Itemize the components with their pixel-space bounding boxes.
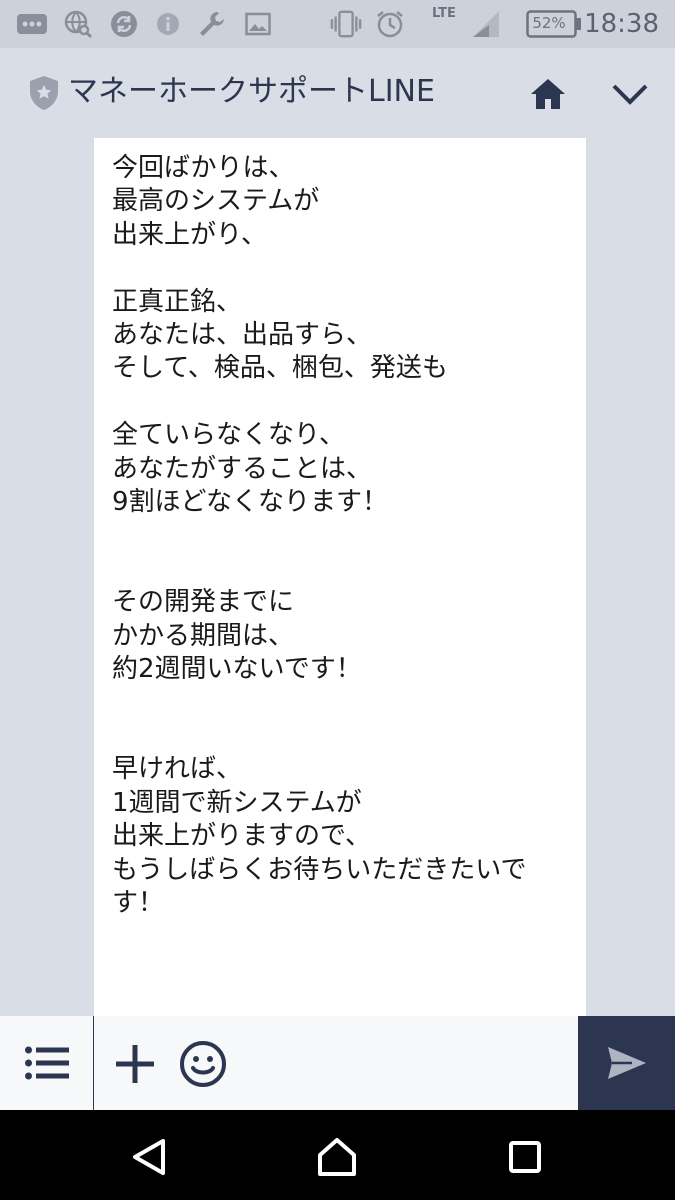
message-bubble: 今回ばかりは、 最高のシステムが 出来上がり、 正真正銘、 あなたは、出品すら、… xyxy=(94,138,586,1016)
menu-button[interactable] xyxy=(0,1016,94,1110)
recents-button[interactable] xyxy=(500,1132,550,1182)
emoji-icon xyxy=(180,1041,226,1087)
message-area: 今回ばかりは、 最高のシステムが 出来上がり、 正真正銘、 あなたは、出品すら、… xyxy=(0,138,675,1016)
input-bar xyxy=(0,1016,675,1110)
home-icon xyxy=(318,1138,356,1176)
message-input[interactable] xyxy=(240,1016,578,1110)
signal-icon xyxy=(470,8,502,40)
emoji-button[interactable] xyxy=(178,1039,228,1089)
send-icon xyxy=(607,1047,646,1079)
globe-search-icon xyxy=(62,8,94,40)
alarm-icon xyxy=(374,8,406,40)
navigation-bar xyxy=(0,1110,675,1200)
image-icon xyxy=(242,8,274,40)
info-icon xyxy=(152,8,184,40)
menu-icon xyxy=(24,1046,69,1080)
chevron-down-icon xyxy=(612,84,648,105)
network-type-label: LTE xyxy=(432,6,456,21)
vibrate-icon xyxy=(330,8,362,40)
back-button[interactable] xyxy=(124,1132,174,1182)
verified-shield-icon xyxy=(28,75,60,111)
wrench-icon xyxy=(196,8,228,40)
message-text: 今回ばかりは、 最高のシステムが 出来上がり、 正真正銘、 あなたは、出品すら、… xyxy=(112,153,527,918)
home-nav-button[interactable] xyxy=(312,1132,362,1182)
status-clock: 18:38 xyxy=(584,9,659,39)
plus-icon xyxy=(116,1045,154,1083)
header-dropdown-button[interactable] xyxy=(606,72,654,116)
chat-header: マネーホークサポートLINE xyxy=(0,48,675,138)
more-icon xyxy=(16,8,48,40)
battery-icon: 52% xyxy=(526,10,582,38)
home-icon xyxy=(531,79,565,109)
add-attachment-button[interactable] xyxy=(112,1041,158,1087)
status-bar: LTE 52% 18:38 xyxy=(0,0,675,48)
battery-percent: 52% xyxy=(532,14,566,32)
home-button[interactable] xyxy=(526,72,570,116)
chat-title: マネーホークサポートLINE xyxy=(68,74,435,109)
send-button[interactable] xyxy=(578,1016,675,1110)
sync-icon xyxy=(108,8,140,40)
back-icon xyxy=(133,1139,165,1175)
recents-icon xyxy=(509,1141,541,1173)
